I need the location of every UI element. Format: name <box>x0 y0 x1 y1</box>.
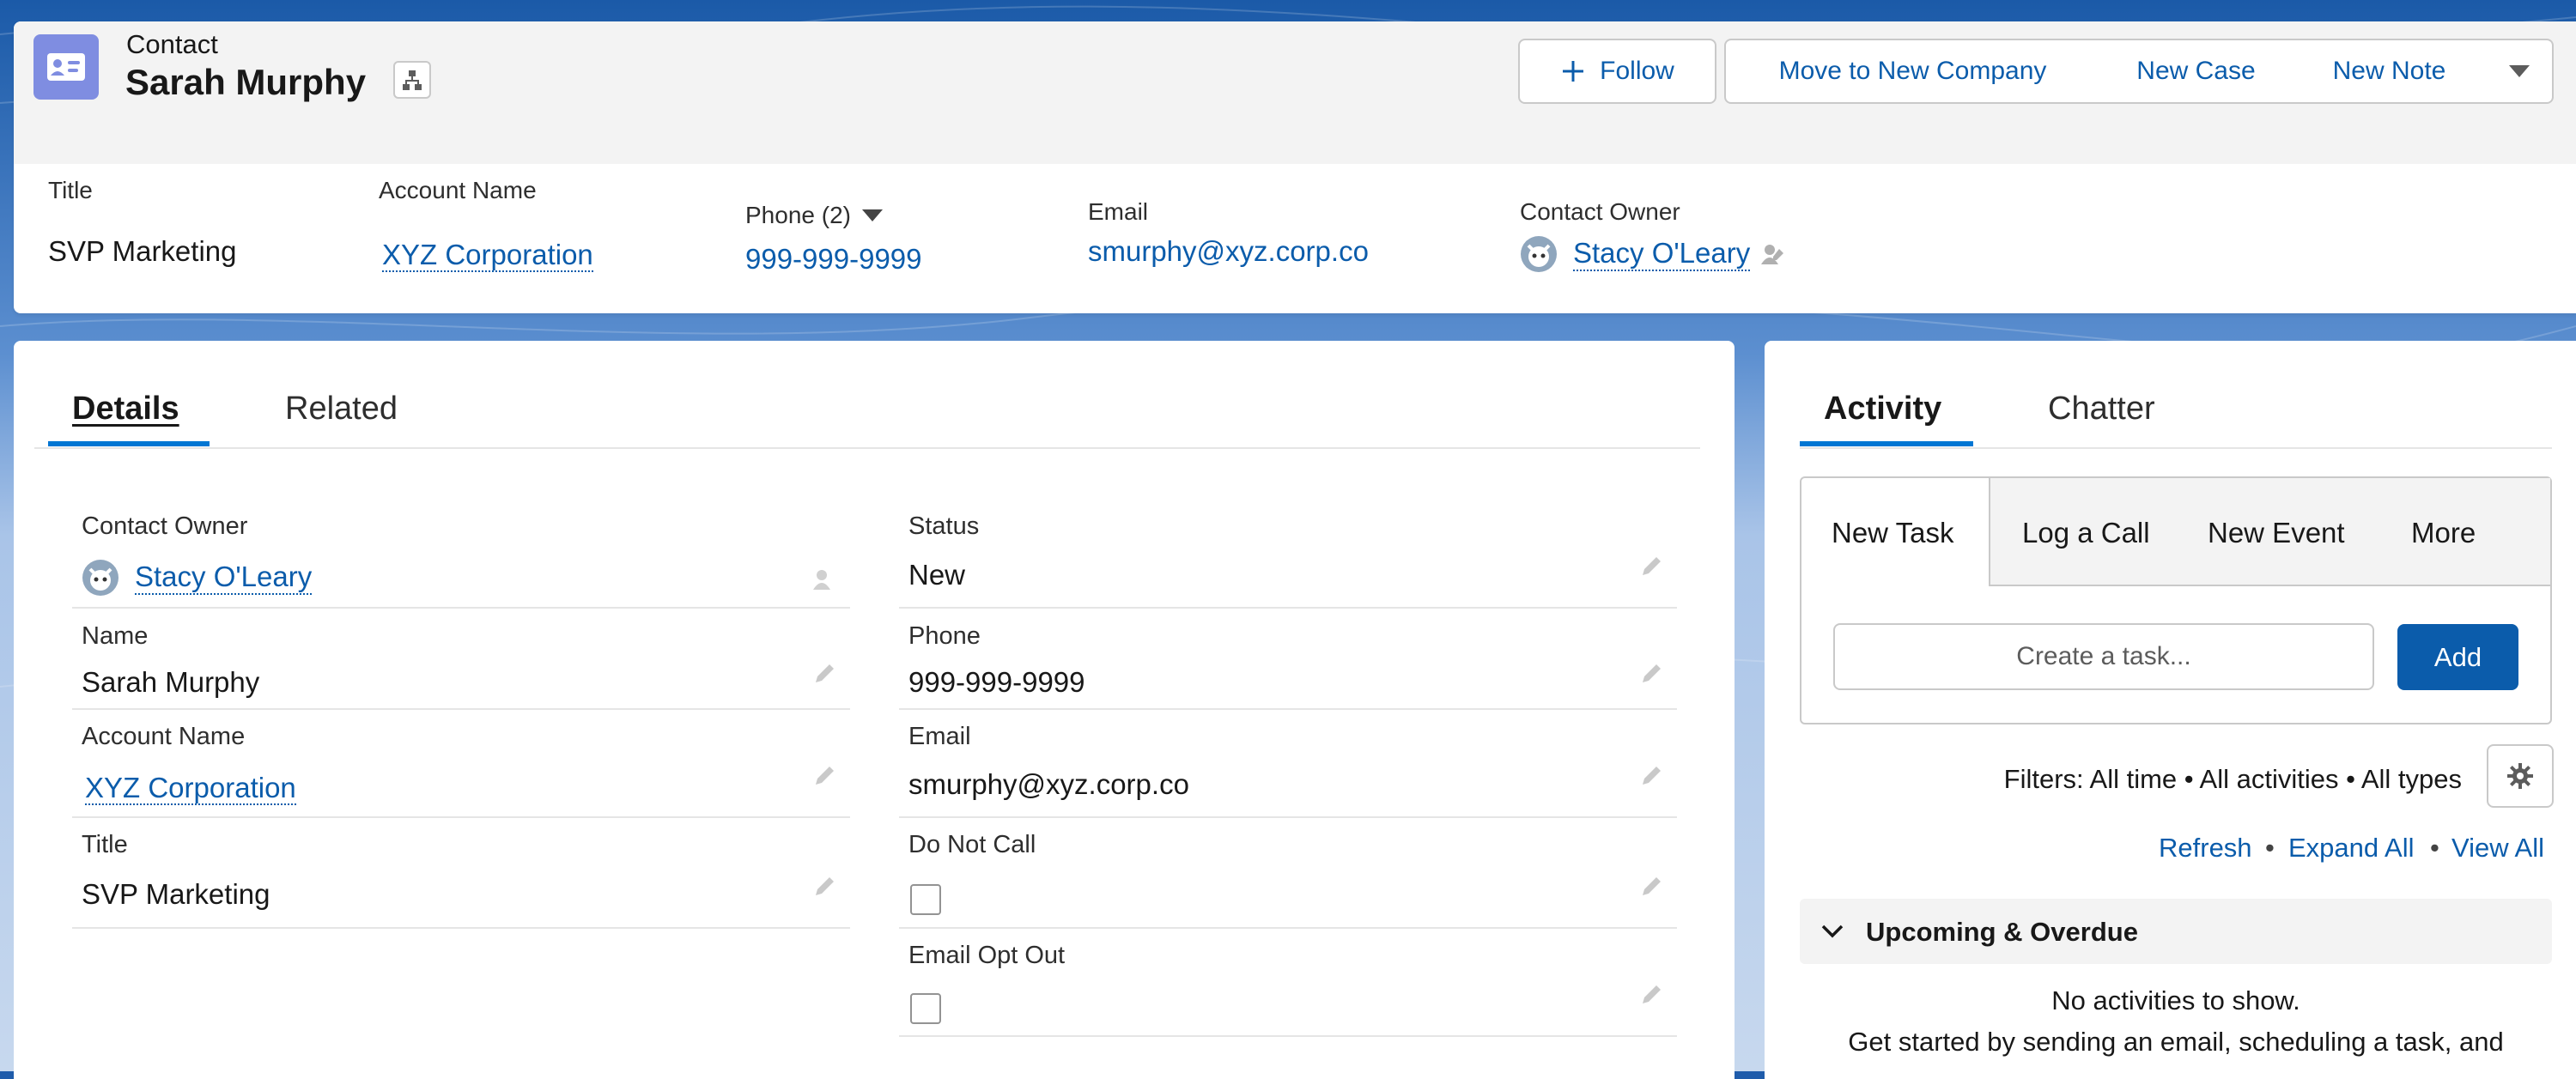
field-divider <box>899 708 1677 710</box>
highlight-owner-label: Contact Owner <box>1520 198 1680 225</box>
tab-related[interactable]: Related <box>285 391 398 427</box>
account-name-link[interactable]: XYZ Corporation <box>85 772 296 805</box>
tab-divider <box>34 447 1700 449</box>
avatar-icon <box>82 560 118 596</box>
phone-label-text: Phone (2) <box>745 202 851 228</box>
follow-button[interactable]: Follow <box>1518 39 1716 104</box>
field-divider <box>72 708 850 710</box>
email-value[interactable]: smurphy@xyz.corp.co <box>908 768 1189 801</box>
tab-divider <box>1800 447 2552 449</box>
chevron-down-icon <box>1821 924 1844 938</box>
email-opt-out-checkbox[interactable] <box>910 993 941 1024</box>
object-type-label: Contact <box>126 29 218 59</box>
field-divider <box>899 816 1677 818</box>
gear-icon <box>2507 763 2533 789</box>
do-not-call-checkbox[interactable] <box>910 884 941 915</box>
field-divider <box>72 607 850 609</box>
pencil-icon[interactable] <box>1637 764 1665 791</box>
field-divider <box>899 927 1677 929</box>
link-separator: • <box>2265 833 2275 863</box>
field-divider <box>899 1035 1677 1037</box>
contact-owner-label: Contact Owner <box>82 512 248 540</box>
move-to-new-company-button[interactable]: Move to New Company <box>1724 39 2101 104</box>
tab-chatter[interactable]: Chatter <box>2048 391 2155 427</box>
title-label: Title <box>82 831 128 858</box>
highlight-account-label: Account Name <box>379 177 537 203</box>
field-divider <box>72 927 850 929</box>
pencil-icon[interactable] <box>811 662 838 689</box>
highlight-email-value[interactable]: smurphy@xyz.corp.co <box>1088 235 1369 268</box>
link-separator: • <box>2430 833 2439 863</box>
contact-owner-link[interactable]: Stacy O'Leary <box>135 561 313 595</box>
highlight-title-label: Title <box>48 177 93 203</box>
upcoming-overdue-title: Upcoming & Overdue <box>1866 917 2138 947</box>
filter-settings-button[interactable] <box>2487 744 2554 808</box>
create-task-input[interactable]: Create a task... <box>1833 623 2374 690</box>
phone-label: Phone <box>908 622 981 650</box>
highlight-account-link[interactable]: XYZ Corporation <box>382 239 593 272</box>
refresh-link[interactable]: Refresh <box>2159 833 2252 864</box>
owner-change-icon[interactable] <box>1759 240 1786 268</box>
tab-new-event[interactable]: New Event <box>2208 517 2345 549</box>
caret-down-icon <box>861 209 883 221</box>
hierarchy-icon <box>403 70 422 90</box>
pencil-icon[interactable] <box>811 764 838 791</box>
view-all-link[interactable]: View All <box>2451 833 2544 864</box>
follow-label: Follow <box>1600 57 1674 85</box>
do-not-call-label: Do Not Call <box>908 831 1036 858</box>
highlight-phone-value[interactable]: 999-999-9999 <box>745 243 922 276</box>
name-value: Sarah Murphy <box>82 666 260 698</box>
highlight-title-value: SVP Marketing <box>48 235 237 267</box>
field-divider <box>72 816 850 818</box>
pencil-icon[interactable] <box>1637 662 1665 689</box>
tab-log-a-call[interactable]: Log a Call <box>2022 517 2150 549</box>
activity-filters: Filters: All time • All activities • All… <box>2003 764 2462 794</box>
field-divider <box>899 607 1677 609</box>
new-case-button[interactable]: New Case <box>2099 39 2294 104</box>
email-opt-out-label: Email Opt Out <box>908 942 1066 969</box>
highlight-owner-link[interactable]: Stacy O'Leary <box>1573 237 1751 271</box>
avatar-icon <box>1521 236 1557 272</box>
pencil-icon[interactable] <box>811 875 838 902</box>
pencil-icon[interactable] <box>1637 555 1665 582</box>
tab-details[interactable]: Details <box>72 391 179 427</box>
account-name-label: Account Name <box>82 723 246 750</box>
add-task-button[interactable]: Add <box>2397 624 2518 690</box>
pencil-icon[interactable] <box>1637 875 1665 902</box>
active-tab-indicator <box>48 441 210 446</box>
pencil-icon[interactable] <box>1637 983 1665 1010</box>
view-hierarchy-button[interactable] <box>393 61 431 99</box>
active-tab-indicator <box>1800 441 1973 446</box>
tab-new-task[interactable]: New Task <box>1832 517 1953 549</box>
owner-change-icon[interactable] <box>811 566 838 593</box>
email-label: Email <box>908 723 971 750</box>
chevron-down-icon <box>2508 65 2530 77</box>
details-card <box>14 341 1735 1079</box>
title-value: SVP Marketing <box>82 878 270 910</box>
more-actions-button[interactable] <box>2486 39 2554 104</box>
highlight-phone-label[interactable]: Phone (2) <box>745 202 884 229</box>
highlight-email-label: Email <box>1088 198 1149 225</box>
name-label: Name <box>82 622 149 650</box>
expand-all-link[interactable]: Expand All <box>2288 833 2415 864</box>
plus-icon <box>1563 61 1584 82</box>
phone-value[interactable]: 999-999-9999 <box>908 666 1085 699</box>
tab-more[interactable]: More <box>2411 517 2476 549</box>
tab-activity[interactable]: Activity <box>1824 391 1941 427</box>
new-note-button[interactable]: New Note <box>2293 39 2488 104</box>
empty-state-body: Get started by sending an email, schedul… <box>1848 1027 2504 1057</box>
empty-state-title: No activities to show. <box>2051 985 2300 1015</box>
status-label: Status <box>908 512 980 540</box>
status-value: New <box>908 559 966 591</box>
contact-card-icon <box>33 34 99 100</box>
page-title: Sarah Murphy <box>125 62 367 102</box>
